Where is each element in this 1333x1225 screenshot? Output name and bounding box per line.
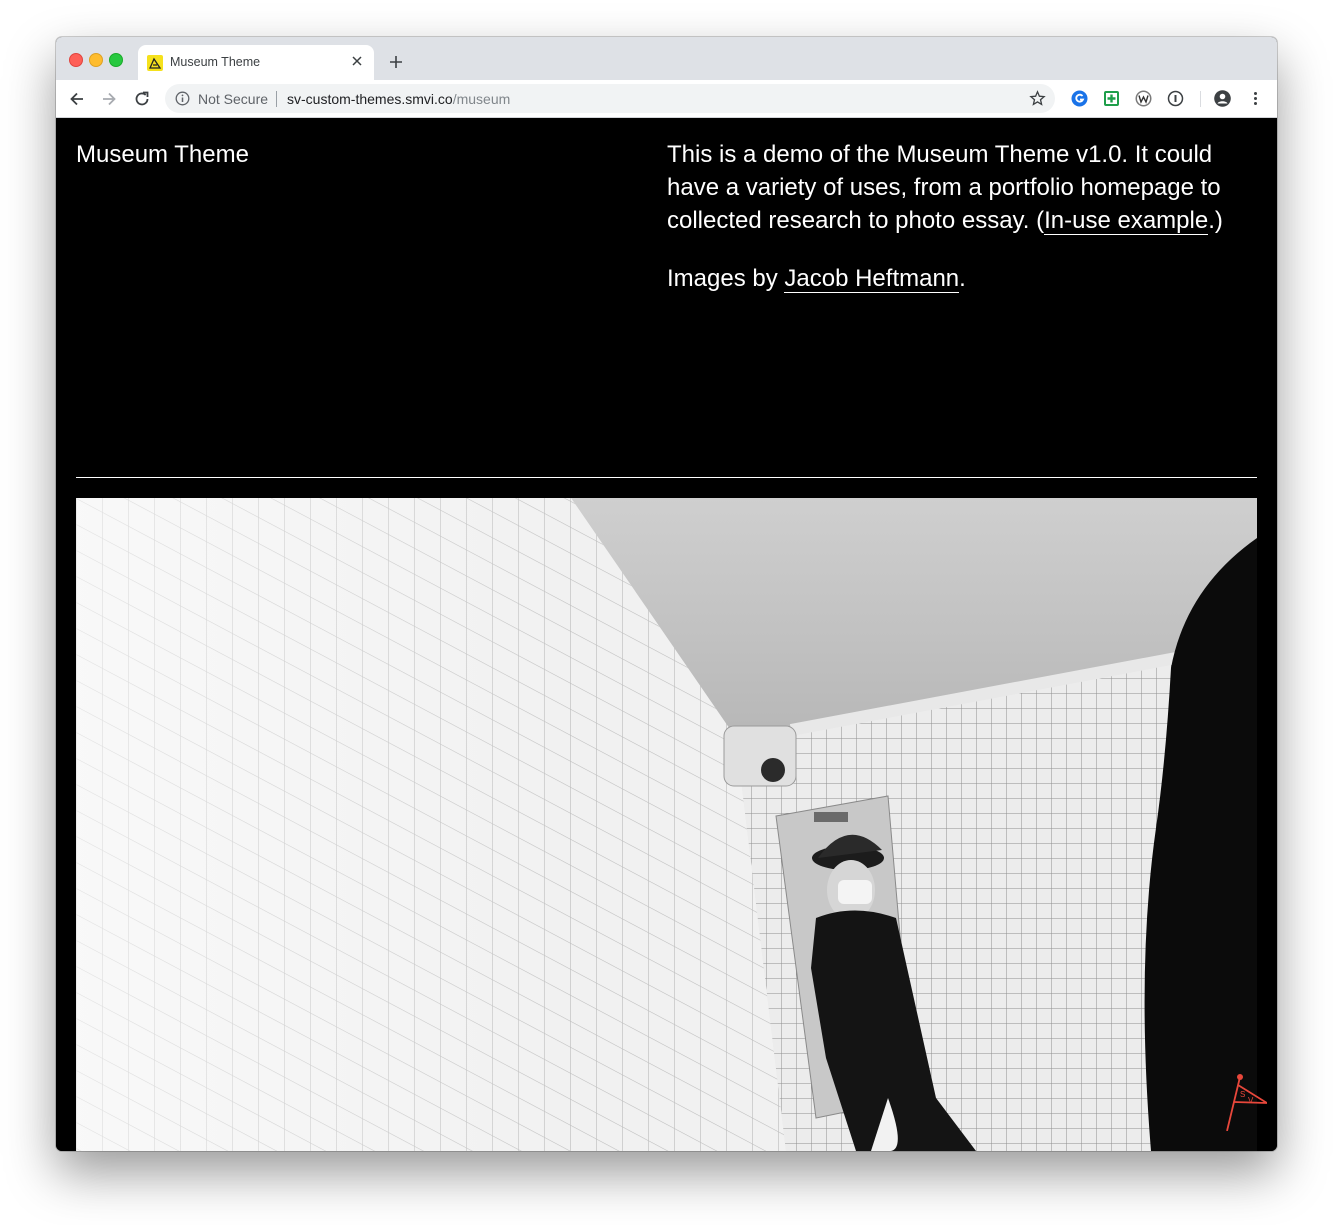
grammarly-icon[interactable] — [1071, 90, 1088, 107]
tab-strip: Museum Theme — [56, 37, 1277, 80]
svg-text:V: V — [1248, 1096, 1254, 1105]
more-menu-icon[interactable] — [1247, 90, 1264, 107]
security-label: Not Secure — [198, 91, 269, 107]
credit-prefix: Images by — [667, 265, 785, 292]
bookmark-star-icon[interactable] — [1029, 90, 1046, 107]
reload-icon[interactable] — [133, 90, 151, 108]
site-title[interactable]: Museum Theme — [76, 138, 249, 171]
profile-avatar-icon[interactable] — [1214, 90, 1231, 107]
browser-window: Museum Theme Not Secure sv-custom-themes… — [56, 37, 1277, 1151]
toolbar-divider — [1200, 91, 1201, 107]
jacob-heftmann-link[interactable]: Jacob Heftmann — [784, 265, 960, 293]
tab-close-icon[interactable] — [350, 54, 364, 68]
url-text[interactable]: sv-custom-themes.smvi.co/museum — [287, 91, 510, 107]
zoom-window-button[interactable] — [109, 53, 123, 67]
photo-subway-guard[interactable] — [76, 498, 1257, 1151]
intro-text-after: .) — [1208, 207, 1223, 234]
intro-paragraph: This is a demo of the Museum Theme v1.0.… — [667, 138, 1267, 237]
intro-text: This is a demo of the Museum Theme v1.0.… — [667, 138, 1267, 320]
back-arrow-icon[interactable] — [68, 90, 86, 108]
minimize-window-button[interactable] — [89, 53, 103, 67]
close-window-button[interactable] — [69, 53, 83, 67]
credit-paragraph: Images by Jacob Heftmann. — [667, 262, 1267, 295]
new-tab-icon[interactable] — [388, 54, 404, 70]
info-extension-icon[interactable] — [1167, 90, 1184, 107]
credit-suffix: . — [959, 265, 966, 292]
page-content: Museum Theme This is a demo of the Museu… — [56, 118, 1277, 1151]
museum-theme-favicon-icon — [147, 55, 163, 71]
tab-museum-theme[interactable]: Museum Theme — [138, 45, 374, 80]
tab-title: Museum Theme — [170, 55, 261, 69]
browser-toolbar: Not Secure sv-custom-themes.smvi.co/muse… — [56, 80, 1277, 118]
address-bar[interactable]: Not Secure sv-custom-themes.smvi.co/muse… — [165, 84, 1055, 113]
in-use-example-link[interactable]: In-use example — [1044, 207, 1209, 235]
url-host: sv-custom-themes.smvi.co — [287, 91, 453, 107]
section-divider — [76, 477, 1257, 478]
forward-arrow-icon[interactable] — [100, 90, 118, 108]
sv-flag-logo-icon[interactable]: S V — [1219, 1073, 1267, 1131]
url-path: /museum — [452, 91, 511, 107]
w-extension-icon[interactable] — [1135, 90, 1152, 107]
svg-text:S: S — [1240, 1090, 1245, 1099]
omnibox-divider — [276, 91, 277, 107]
green-plus-extension-icon[interactable] — [1103, 90, 1120, 107]
site-info-icon[interactable] — [175, 91, 190, 106]
